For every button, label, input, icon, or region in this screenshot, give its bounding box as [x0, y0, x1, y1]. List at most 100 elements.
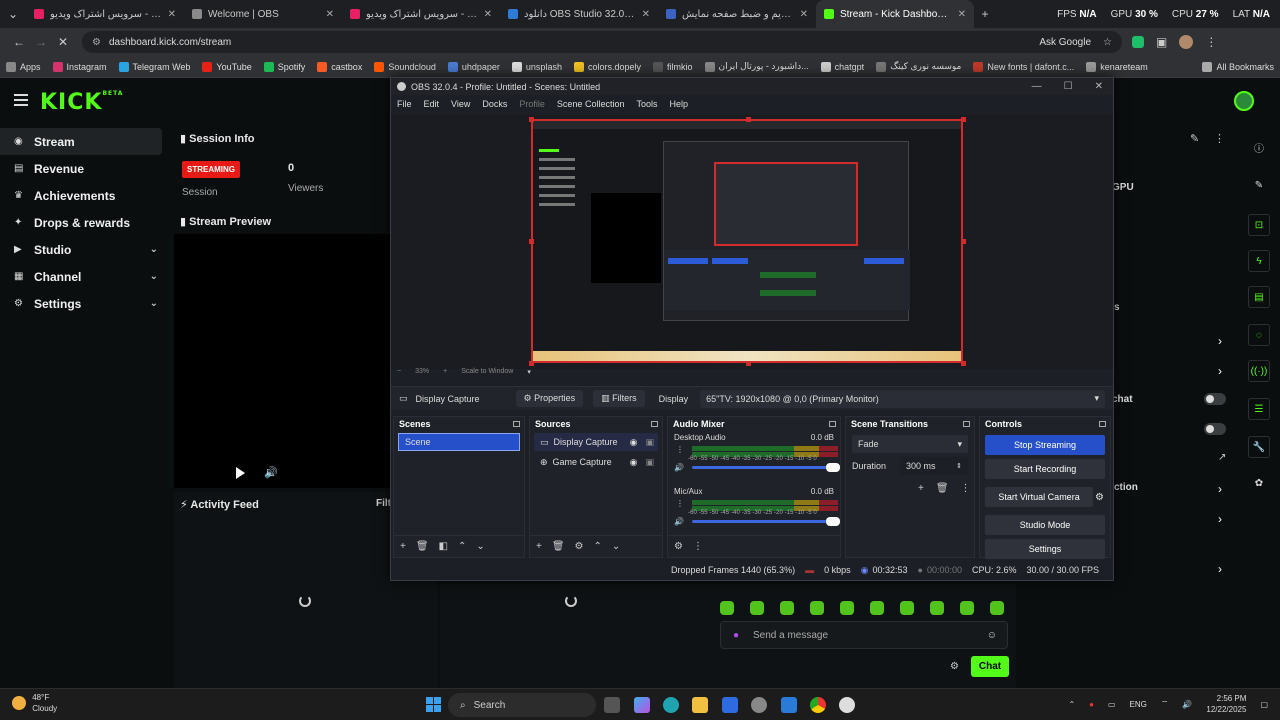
weather-widget[interactable]: 48°F Cloudy	[12, 692, 57, 714]
display-select[interactable]: 65"TV: 1920x1080 @ 0,0 (Primary Monitor)…	[700, 389, 1105, 408]
browser-tab[interactable]: دانلود OBS Studio 32.0.4 Win/Mac ✕	[500, 0, 658, 28]
sidebar-item[interactable]: ▶ Studio ⌄	[0, 236, 170, 263]
bookmark-item[interactable]: chatgpt	[820, 61, 864, 72]
bookmark-item[interactable]: uhdpaper	[447, 61, 500, 72]
expand-arrow-3-icon[interactable]: ›	[1218, 482, 1222, 496]
back-icon[interactable]: ←	[8, 31, 30, 53]
toggle-2[interactable]	[1204, 423, 1226, 435]
obs-preview-canvas[interactable]	[531, 119, 963, 363]
chat-bubble-icon[interactable]: ◌	[1248, 324, 1270, 346]
clipboard-icon[interactable]: ▤	[1248, 286, 1270, 308]
stop-streaming-button[interactable]: Stop Streaming	[985, 435, 1105, 455]
tab-close-icon[interactable]: ✕	[168, 9, 176, 20]
visibility-eye-icon[interactable]: ◉	[630, 437, 638, 448]
bookmark-item[interactable]: Telegram Web	[118, 61, 190, 72]
capture-icon[interactable]: ⊡	[1248, 214, 1270, 236]
emote-icon[interactable]	[780, 601, 794, 615]
channel-menu-icon[interactable]: ⋮	[676, 445, 684, 454]
chat-message-input[interactable]: ● Send a message ☺	[720, 621, 1008, 649]
transition-menu-icon[interactable]: ⋮	[961, 483, 971, 494]
extension-shield-icon[interactable]	[1132, 36, 1144, 48]
bookmark-item[interactable]: Soundcloud	[374, 61, 436, 72]
emote-icon[interactable]	[750, 601, 764, 615]
obs-menu-item[interactable]: View	[451, 99, 470, 109]
taskbar-search[interactable]: ⌕ Search	[448, 693, 596, 717]
channel-menu-icon[interactable]: ⋮	[676, 499, 684, 508]
bookmark-item[interactable]: Instagram	[52, 61, 107, 72]
transition-select[interactable]: Fade ▾	[852, 435, 968, 453]
start-button[interactable]	[426, 697, 441, 712]
virtual-camera-settings-icon[interactable]: ⚙	[1095, 492, 1104, 503]
obs-menu-item[interactable]: Profile	[519, 99, 545, 109]
clock[interactable]: 2:56 PM 12/22/2025	[1206, 693, 1246, 715]
emoji-picker-icon[interactable]: ☺	[987, 630, 997, 641]
source-item[interactable]: ⊕ Game Capture ◉ ▣	[534, 453, 658, 471]
chrome-icon[interactable]	[810, 697, 826, 713]
emote-icon[interactable]	[720, 601, 734, 615]
remove-scene-icon[interactable]: 🗑	[416, 541, 429, 552]
browser-tab[interactable]: آپارات - سرویس اشتراک ویدیو ✕	[26, 0, 184, 28]
start-recording-button[interactable]: Start Recording	[985, 459, 1105, 479]
tab-close-icon[interactable]: ✕	[958, 9, 966, 20]
settings-app-icon[interactable]	[751, 697, 767, 713]
browser-tab[interactable]: Stream - Kick Dashboard ✕	[816, 0, 974, 28]
sidebar-item[interactable]: ♛ Achievements	[0, 182, 170, 209]
new-tab-button[interactable]: +	[974, 3, 996, 25]
emote-icon[interactable]	[930, 601, 944, 615]
obs-menu-item[interactable]: Scene Collection	[557, 99, 625, 109]
expand-arrow-4-icon[interactable]: ›	[1218, 512, 1222, 526]
store-icon[interactable]	[722, 697, 738, 713]
bookmark-item[interactable]: YouTube	[202, 61, 252, 72]
studio-mode-button[interactable]: Studio Mode	[985, 515, 1105, 535]
add-transition-icon[interactable]: +	[918, 483, 924, 494]
language-indicator[interactable]: ENG	[1130, 700, 1147, 709]
palette-icon[interactable]: ✿	[1248, 472, 1270, 494]
user-avatar[interactable]	[1234, 91, 1254, 111]
menu-icon[interactable]	[14, 94, 28, 106]
obs-menu-item[interactable]: Edit	[424, 99, 440, 109]
undock-icon[interactable]	[829, 421, 836, 427]
source-properties-icon[interactable]: ⚙	[575, 541, 584, 552]
url-field[interactable]: ⚙ dashboard.kick.com/stream Ask Google ☆	[82, 31, 1122, 53]
external-link-icon[interactable]: ↗	[1218, 452, 1226, 463]
undock-icon[interactable]	[513, 421, 520, 427]
tab-close-icon[interactable]: ✕	[800, 9, 808, 20]
obs-taskbar-icon[interactable]	[839, 697, 855, 713]
sidebar-item[interactable]: ▤ Revenue	[0, 155, 170, 182]
broadcast-icon[interactable]: ((·))	[1248, 360, 1270, 382]
obs-menu-item[interactable]: Docks	[482, 99, 507, 109]
sidebar-item[interactable]: ◉ Stream	[0, 128, 162, 155]
tab-close-icon[interactable]: ✕	[642, 9, 650, 20]
play-icon[interactable]	[236, 467, 245, 479]
mic-icon[interactable]: ●	[733, 630, 739, 641]
browser-tab[interactable]: Welcome | OBS ✕	[184, 0, 342, 28]
copilot-icon[interactable]	[634, 697, 650, 713]
add-scene-icon[interactable]: +	[400, 541, 406, 552]
move-up-icon[interactable]: ⌃	[458, 541, 466, 552]
tab-search-icon[interactable]: ⌄	[0, 3, 26, 25]
lock-icon[interactable]: ▣	[645, 437, 654, 448]
settings-button[interactable]: Settings	[985, 539, 1105, 559]
bookmark-item[interactable]: filmkio	[652, 61, 693, 72]
emote-icon[interactable]	[900, 601, 914, 615]
browser-tab[interactable]: آپارات - سرویس اشتراک ویدیو ✕	[342, 0, 500, 28]
tray-app-icon[interactable]: ●	[1089, 700, 1094, 709]
sidebar-item[interactable]: ✦ Drops & rewards	[0, 209, 170, 236]
mute-speaker-icon[interactable]: 🔊	[674, 517, 684, 526]
emote-icon[interactable]	[810, 601, 824, 615]
volume-slider[interactable]	[692, 517, 840, 526]
undock-icon[interactable]	[1099, 421, 1106, 427]
wifi-icon[interactable]: ⌔	[1161, 699, 1169, 709]
move-down-icon[interactable]: ⌄	[476, 541, 484, 552]
expand-arrow-1-icon[interactable]: ›	[1218, 334, 1222, 348]
browser-menu-icon[interactable]: ⋮	[1205, 35, 1217, 49]
obs-menu-item[interactable]: Help	[669, 99, 688, 109]
scale-dropdown-icon[interactable]: ▾	[527, 368, 531, 376]
obs-menu-item[interactable]: Tools	[636, 99, 657, 109]
add-source-icon[interactable]: +	[536, 541, 542, 552]
remove-source-icon[interactable]: 🗑	[552, 541, 565, 552]
more-icon[interactable]: ⋮	[1214, 132, 1225, 145]
browser-tab[interactable]: آموزش استریم و ضبط صفحه نمایش ✕	[658, 0, 816, 28]
toggle-1[interactable]	[1204, 393, 1226, 405]
close-icon[interactable]: ✕	[1095, 81, 1103, 92]
